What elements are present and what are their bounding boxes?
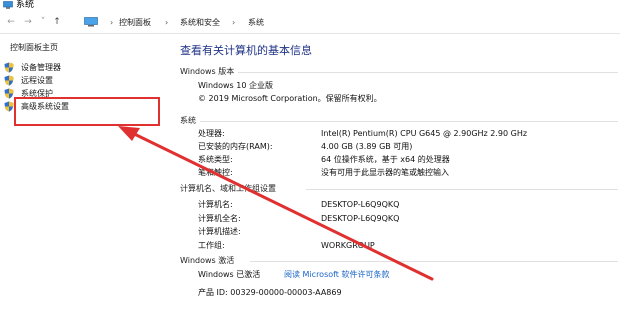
up-arrow-icon[interactable]: ↑ [52, 17, 62, 28]
sidebar-item-label: 远程设置 [21, 76, 53, 85]
product-id: 产品 ID: 00329-00000-00003-AA869 [198, 288, 342, 297]
sidebar: 控制面板主页 设备管理器 远程设置 系统保护 高级系统设置 [0, 34, 170, 309]
activation-status: Windows 已激活 [198, 270, 261, 279]
windows-copyright: © 2019 Microsoft Corporation。保留所有权利。 [198, 94, 382, 103]
forward-arrow-icon[interactable]: → [23, 17, 33, 28]
control-panel-icon [84, 17, 98, 27]
pen-touch-value: 没有可用于此显示器的笔或触控输入 [321, 168, 449, 177]
workgroup-value: WORKGROUP [321, 241, 375, 250]
license-terms-link[interactable]: 阅读 Microsoft 软件许可条款 [284, 270, 390, 280]
window-title: 系统 [16, 0, 35, 10]
system-app-icon [3, 1, 13, 9]
breadcrumb-separator: › [165, 18, 169, 27]
breadcrumb-control-panel[interactable]: 控制面板 [119, 17, 151, 28]
shield-icon [4, 62, 14, 73]
breadcrumb-system[interactable]: 系统 [248, 17, 264, 28]
sidebar-item-label: 设备管理器 [21, 63, 61, 72]
title-bar: 系统 [0, 0, 620, 12]
computer-name-value: DESKTOP-L6Q9QKQ [321, 200, 400, 209]
processor-label: 处理器: [198, 129, 225, 138]
section-computer-name: 计算机名、域和工作组设置 [180, 184, 276, 193]
section-divider [200, 121, 618, 122]
system-type-label: 系统类型: [198, 155, 233, 164]
recent-locations-icon[interactable]: ˅ [38, 17, 48, 28]
navigation-bar: ← → ˅ ↑ › 控制面板 › 系统和安全 › 系统 [0, 12, 620, 34]
computer-name-label: 计算机名: [198, 200, 233, 209]
breadcrumb-separator: › [232, 18, 236, 27]
shield-icon [4, 88, 14, 99]
system-type-value: 64 位操作系统，基于 x64 的处理器 [321, 155, 450, 164]
section-windows-activation: Windows 激活 [180, 256, 235, 265]
ram-value: 4.00 GB (3.89 GB 可用) [321, 142, 413, 151]
section-divider [306, 189, 618, 190]
section-divider [250, 261, 618, 262]
section-divider [238, 72, 618, 73]
sidebar-control-panel-home[interactable]: 控制面板主页 [10, 43, 58, 53]
shield-icon [4, 75, 14, 86]
computer-description-label: 计算机描述: [198, 227, 241, 236]
sidebar-item-remote-settings[interactable]: 远程设置 [4, 75, 154, 87]
shield-icon [4, 101, 14, 112]
full-computer-name-label: 计算机全名: [198, 214, 241, 223]
page-title: 查看有关计算机的基本信息 [180, 44, 312, 57]
back-arrow-icon[interactable]: ← [6, 17, 16, 28]
annotation-highlight-box [14, 97, 160, 126]
workgroup-label: 工作组: [198, 241, 225, 250]
breadcrumb-separator: › [110, 18, 114, 27]
address-bar[interactable]: › 控制面板 › 系统和安全 › 系统 [84, 17, 620, 29]
main-content: 查看有关计算机的基本信息 Windows 版本 Windows 10 企业版 ©… [180, 34, 620, 309]
ram-label: 已安装的内存(RAM): [198, 142, 273, 151]
sidebar-item-device-manager[interactable]: 设备管理器 [4, 62, 154, 74]
section-system: 系统 [180, 116, 196, 125]
windows-edition-name: Windows 10 企业版 [198, 81, 273, 90]
breadcrumb-system-security[interactable]: 系统和安全 [180, 17, 220, 28]
processor-value: Intel(R) Pentium(R) CPU G645 @ 2.90GHz 2… [321, 129, 528, 138]
section-windows-edition: Windows 版本 [180, 67, 235, 76]
pen-touch-label: 笔和触控: [198, 168, 233, 177]
full-computer-name-value: DESKTOP-L6Q9QKQ [321, 214, 400, 223]
